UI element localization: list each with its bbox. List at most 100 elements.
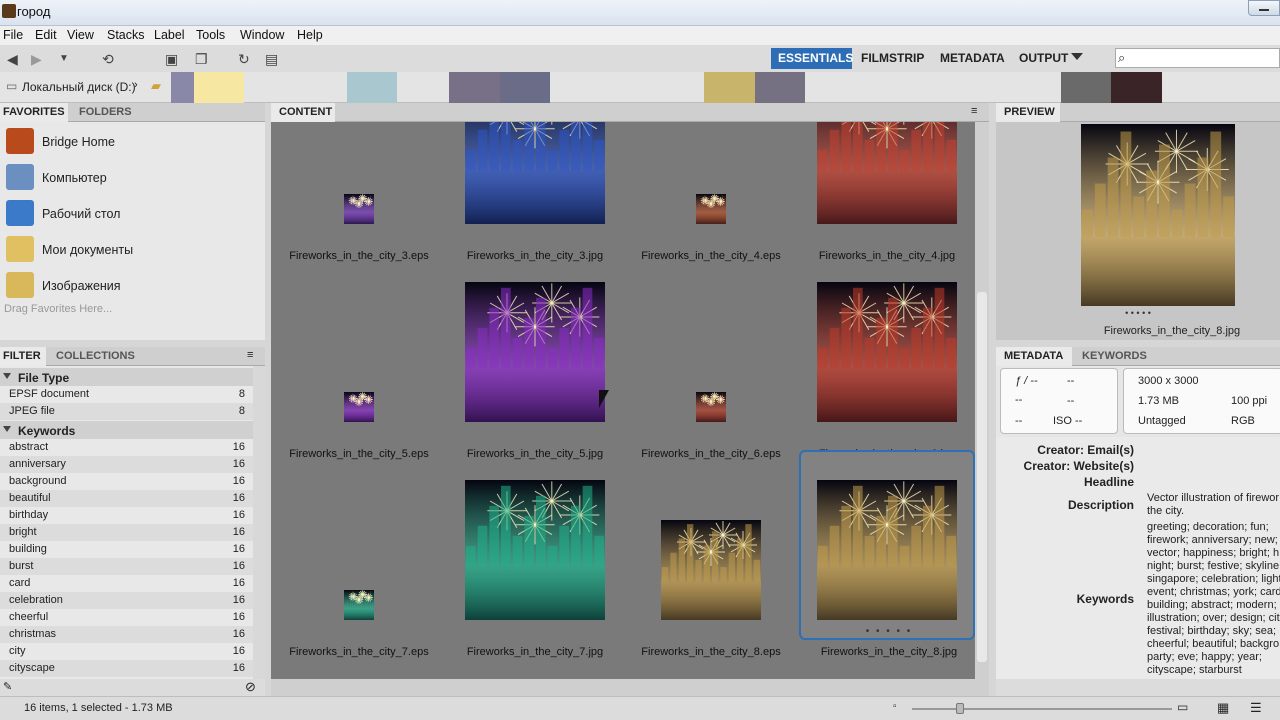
open-in-icon[interactable]: ▤ — [265, 51, 278, 68]
filter-row[interactable]: celebration 16 — [0, 592, 253, 609]
thumbnail-cell[interactable]: Fireworks_in_the_city_3.eps — [271, 122, 447, 262]
filter-row[interactable]: building 16 — [0, 541, 253, 558]
thumbnail-image[interactable] — [344, 590, 374, 620]
clear-filter-icon[interactable]: ⊘ — [245, 679, 256, 695]
thumbnail-image[interactable] — [344, 392, 374, 422]
thumbnail-cell[interactable]: Fireworks_in_the_city_7.eps — [271, 450, 447, 658]
tab-preview[interactable]: PREVIEW — [996, 103, 1060, 122]
filter-row[interactable]: card 16 — [0, 575, 253, 592]
zoom-out-icon[interactable]: ▫ — [893, 701, 897, 712]
menu-tools[interactable]: Tools — [196, 28, 225, 42]
menu-window[interactable]: Window — [240, 28, 284, 42]
filter-row[interactable]: cheerful 16 — [0, 609, 253, 626]
tab-metadata[interactable]: METADATA — [996, 347, 1072, 366]
thumbnail-cell[interactable]: Fireworks_in_the_city_4.eps — [623, 122, 799, 262]
field-value[interactable]: Vector illustration of firewor the city. — [1147, 492, 1280, 518]
thumbnail-image[interactable] — [817, 282, 957, 422]
menu-label[interactable]: Label — [154, 28, 185, 42]
camera-data-box: ƒ / -- -- -- -- -- ISO -- — [1000, 368, 1118, 434]
workspace-metadata[interactable]: METADATA — [940, 51, 1005, 65]
filter-scrollbar[interactable] — [253, 366, 265, 679]
tab-collections[interactable]: COLLECTIONS — [56, 350, 135, 362]
workspace-dropdown-icon[interactable] — [1071, 53, 1083, 60]
filter-section-keywords[interactable]: Keywords — [0, 421, 253, 439]
thumbnail-cell[interactable]: Fireworks_in_the_city_3.jpg — [447, 122, 623, 262]
pin-icon[interactable]: ✎ — [3, 680, 12, 693]
thumbnail-image[interactable] — [817, 122, 957, 224]
thumbnail-cell[interactable]: Fireworks_in_the_city_4.jpg — [799, 122, 975, 262]
filter-row[interactable]: EPSF document 8 — [0, 386, 253, 403]
filter-row[interactable]: burst 16 — [0, 558, 253, 575]
thumbnail-image[interactable] — [661, 520, 761, 620]
menu-edit[interactable]: Edit — [35, 28, 57, 42]
workspace-filmstrip[interactable]: FILMSTRIP — [861, 51, 924, 65]
thumbnail-cell[interactable]: Fireworks_in_the_city_7.jpg — [447, 450, 623, 658]
filter-section-file-type[interactable]: File Type — [0, 368, 253, 386]
favorite-computer[interactable]: Компьютер — [0, 160, 265, 194]
refine-icon[interactable]: ❐ — [195, 51, 208, 68]
preview-image[interactable] — [1081, 124, 1235, 306]
reveal-recent-icon[interactable]: ⟲ — [102, 51, 114, 68]
zoom-in-icon[interactable]: ▭ — [1177, 700, 1188, 714]
filter-row[interactable]: anniversary 16 — [0, 456, 253, 473]
rating-dots[interactable]: • • • • • — [801, 626, 977, 637]
filter-row[interactable]: abstract 16 — [0, 439, 253, 456]
breadcrumb-drive[interactable]: Локальный диск (D:) — [22, 80, 136, 94]
thumbnail-cell[interactable]: Fireworks_in_the_city_5.jpg — [447, 252, 623, 460]
slider-handle[interactable] — [956, 703, 964, 714]
thumbnail-cell[interactable]: • • • • • Fireworks_in_the_city_8.jpg — [799, 450, 977, 658]
tab-filter[interactable]: FILTER — [0, 347, 46, 366]
rating-dots[interactable]: • • • • • — [996, 308, 1280, 318]
recent-dropdown-icon[interactable]: ▼ — [59, 53, 69, 64]
favorite-documents[interactable]: Мои документы — [0, 232, 265, 266]
color-swatch — [1061, 72, 1111, 103]
thumbnail-size-slider[interactable] — [912, 708, 1172, 710]
thumbnail-image[interactable] — [344, 194, 374, 224]
grid-view-icon[interactable]: ▦ — [1217, 700, 1229, 716]
filter-row[interactable]: birthday 16 — [0, 507, 253, 524]
menu-view[interactable]: View — [67, 28, 94, 42]
menu-file[interactable]: File — [3, 28, 23, 42]
panel-menu-icon[interactable]: ≡ — [971, 105, 977, 117]
details-view-icon[interactable]: ☰ — [1250, 700, 1262, 716]
thumbnail-cell[interactable]: Fireworks_in_the_city_5.eps — [271, 252, 447, 460]
workspace-essentials[interactable]: ESSENTIALS — [771, 48, 853, 69]
favorite-pictures[interactable]: Изображения — [0, 268, 265, 302]
minimize-button[interactable] — [1248, 0, 1280, 16]
thumbnail-cell[interactable]: Fireworks_in_the_city_8.eps — [623, 450, 799, 658]
tab-keywords[interactable]: KEYWORDS — [1082, 350, 1147, 362]
filter-row[interactable]: christmas 16 — [0, 626, 253, 643]
content-scrollbar[interactable] — [975, 122, 989, 679]
tab-folders[interactable]: FOLDERS — [79, 106, 132, 118]
thumbnail-image[interactable] — [696, 194, 726, 224]
thumbnail-image[interactable] — [696, 392, 726, 422]
filter-row[interactable]: bright 16 — [0, 524, 253, 541]
thumbnail-cell[interactable]: Fireworks_in_the_city_6.eps — [623, 252, 799, 460]
workspace-output[interactable]: OUTPUT — [1019, 51, 1068, 65]
back-arrow-icon[interactable]: ◀ — [7, 51, 18, 68]
filter-row[interactable]: beautiful 16 — [0, 490, 253, 507]
filter-row[interactable]: city 16 — [0, 643, 253, 660]
folder-icon[interactable]: ▰ — [151, 78, 161, 94]
favorite-desktop[interactable]: Рабочий стол — [0, 196, 265, 230]
menu-stacks[interactable]: Stacks — [107, 28, 145, 42]
filter-row[interactable]: cityscape 16 — [0, 660, 253, 677]
forward-arrow-icon[interactable]: ▶ — [31, 51, 42, 68]
tab-favorites[interactable]: FAVORITES — [0, 103, 68, 122]
thumbnail-image[interactable] — [465, 480, 605, 620]
thumbnail-image[interactable] — [817, 480, 957, 620]
thumbnail-cell[interactable]: Fireworks_in_the_city_6.jpg — [799, 252, 975, 460]
thumbnail-image[interactable] — [465, 282, 605, 422]
filter-row[interactable]: JPEG file 8 — [0, 403, 253, 420]
camera-icon[interactable]: ▣ — [165, 51, 178, 68]
thumbnail-image[interactable] — [465, 122, 605, 224]
filter-row[interactable]: background 16 — [0, 473, 253, 490]
menu-help[interactable]: Help — [297, 28, 323, 42]
tab-content[interactable]: CONTENT — [271, 103, 335, 122]
search-input[interactable]: ⌕ — [1115, 48, 1280, 68]
scroll-thumb[interactable] — [977, 292, 987, 662]
favorite-bridge-home[interactable]: Bridge Home — [0, 124, 265, 158]
field-value[interactable]: greeting; decoration; fun; firework; ann… — [1147, 521, 1280, 675]
panel-menu-icon[interactable]: ≡ — [247, 349, 253, 361]
rotate-icon[interactable]: ↻ — [238, 51, 250, 68]
